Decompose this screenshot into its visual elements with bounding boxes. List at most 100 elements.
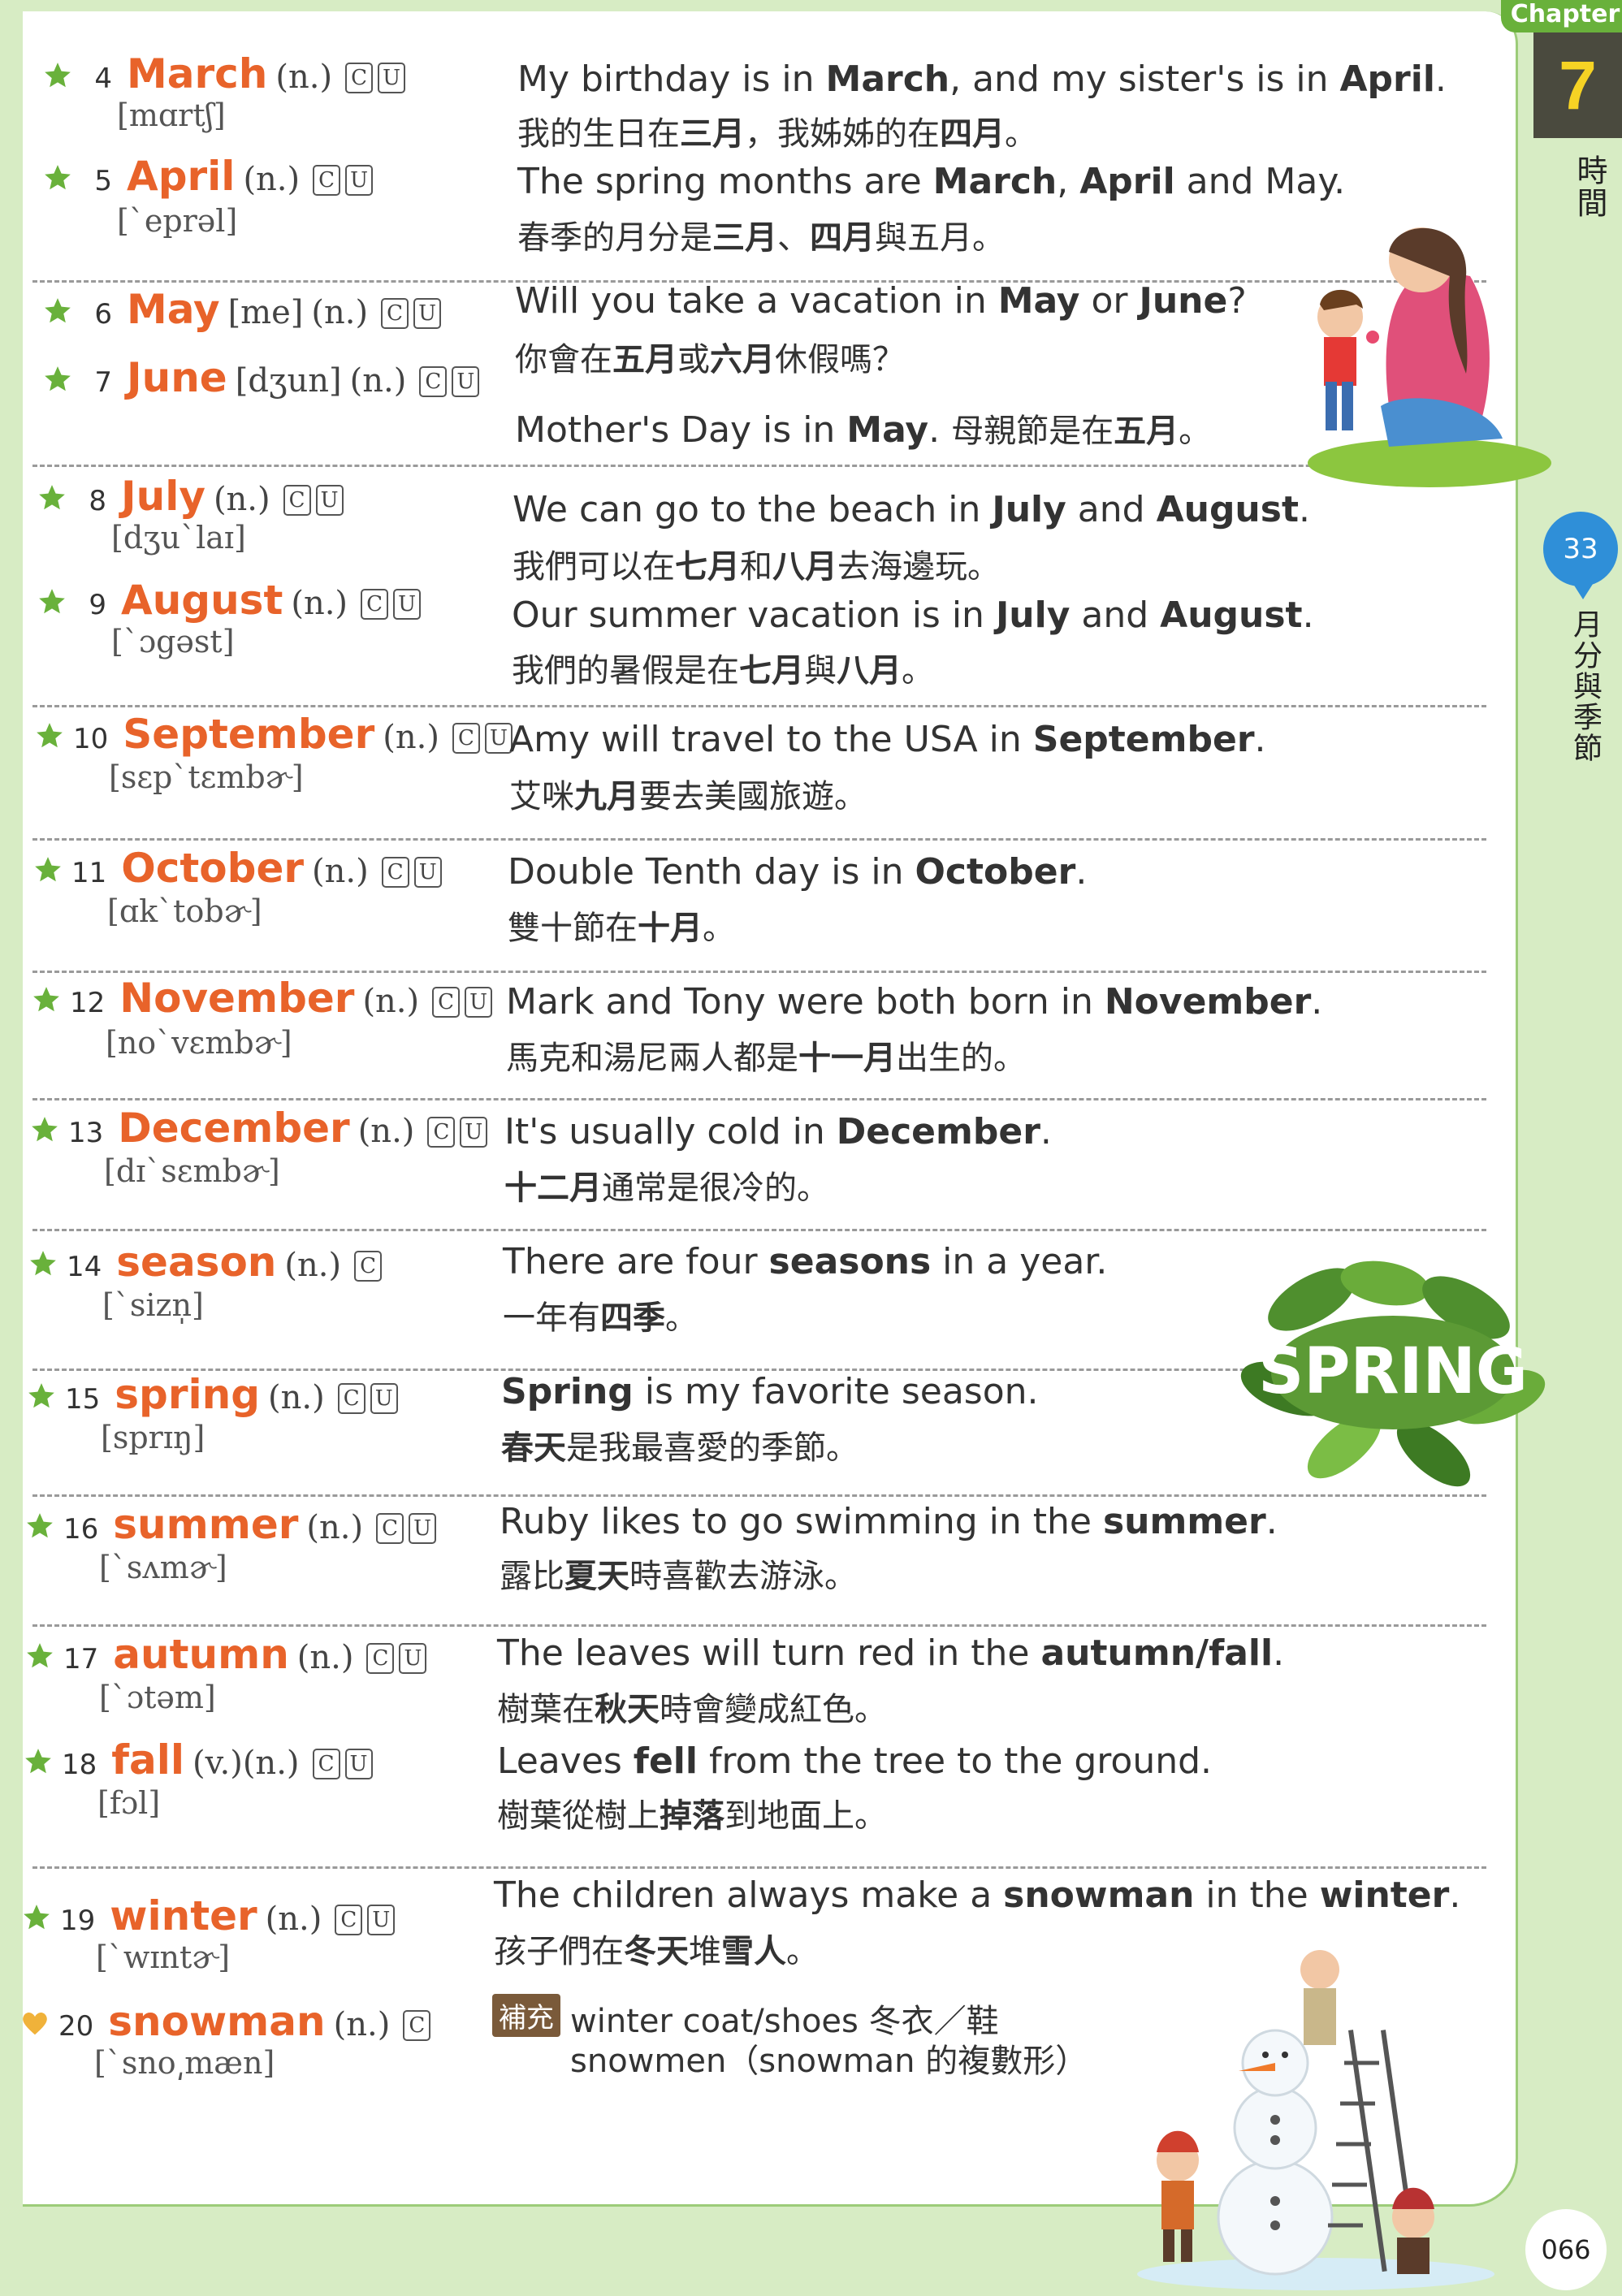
countable-badge: C bbox=[312, 1749, 340, 1779]
uncountable-badge: U bbox=[393, 589, 422, 620]
entry-number: 11 bbox=[71, 857, 107, 889]
star-icon bbox=[45, 63, 71, 88]
pronunciation: [ˋɔgəst] bbox=[111, 624, 235, 659]
part-of-speech: (n.) bbox=[357, 1113, 415, 1150]
entry-number: 15 bbox=[65, 1383, 101, 1416]
headword: April bbox=[127, 153, 236, 200]
countable-badge: C bbox=[345, 63, 374, 93]
entry-divider bbox=[32, 705, 1486, 707]
part-of-speech: (n.) bbox=[383, 719, 439, 756]
entry-march: 4 March (n.) C U bbox=[42, 50, 406, 97]
uncountable-badge: U bbox=[315, 485, 344, 516]
countability-badges: CU bbox=[366, 1643, 427, 1677]
headword: November bbox=[119, 975, 355, 1022]
entry-snowman: 20 snowman (n.) C bbox=[19, 1998, 431, 2045]
countable-badge: C bbox=[361, 589, 389, 620]
chapter-tab[interactable]: Chapter bbox=[1501, 0, 1622, 32]
countable-badge: C bbox=[354, 1251, 383, 1282]
pronunciation: [dɪˋsɛmbɚ] bbox=[104, 1153, 280, 1189]
pronunciation: [ɑkˋtobɚ] bbox=[107, 893, 262, 929]
example-sentence: Our summer vacation is in July and Augus… bbox=[512, 595, 1314, 636]
uncountable-badge: U bbox=[413, 298, 442, 329]
entry-september: 10 September (n.) C U bbox=[34, 711, 513, 758]
entry-summer: 16 summer (n.) C U bbox=[24, 1501, 437, 1548]
pronunciation: [ˋsno͵mæn] bbox=[94, 2045, 275, 2081]
entry-may: 6 May [me] (n.) C U bbox=[42, 286, 442, 333]
unit-badge-pointer bbox=[1572, 582, 1594, 599]
example-translation: 露比夏天時喜歡去游泳。 bbox=[500, 1558, 857, 1595]
supplement-tag: 補充 bbox=[492, 1994, 560, 2037]
entry-number: 19 bbox=[60, 1905, 96, 1937]
example-sentence: Double Tenth day is in October. bbox=[508, 851, 1088, 893]
example-translation: 我們的暑假是在七月與八月。 bbox=[512, 652, 934, 690]
entry-divider bbox=[32, 465, 1486, 467]
headword: October bbox=[121, 845, 305, 892]
example-translation: 你會在五月或六月休假嗎？ bbox=[515, 341, 905, 378]
countability-badges: CU bbox=[283, 485, 344, 519]
part-of-speech: (n.) bbox=[284, 1247, 342, 1284]
part-of-speech: (n.) bbox=[265, 1900, 322, 1938]
snowman-illustration bbox=[1137, 1950, 1494, 2290]
countable-badge: C bbox=[432, 987, 461, 1018]
star-icon bbox=[35, 857, 61, 882]
part-of-speech: (n.) bbox=[275, 58, 333, 96]
countability-badges: CU bbox=[312, 1749, 373, 1783]
entry-number: 16 bbox=[63, 1513, 99, 1546]
star-icon bbox=[39, 485, 65, 510]
star-icon bbox=[24, 1905, 50, 1930]
chapter-title: 時間 bbox=[1572, 154, 1607, 219]
part-of-speech: (n.) bbox=[312, 853, 369, 890]
headword: season bbox=[116, 1239, 277, 1286]
uncountable-badge: U bbox=[344, 1749, 373, 1779]
countable-badge: C bbox=[427, 1117, 456, 1148]
countable-badge: C bbox=[452, 723, 480, 754]
example-translation: 十二月通常是很冷的。 bbox=[504, 1170, 829, 1207]
uncountable-badge: U bbox=[460, 1117, 488, 1148]
headword: snowman bbox=[108, 1998, 326, 2045]
entry-divider bbox=[32, 1624, 1486, 1627]
entry-number: 9 bbox=[89, 589, 106, 621]
countability-badges: CU bbox=[361, 589, 422, 623]
supplement-line: snowmen（snowman 的複數形） bbox=[570, 2043, 1088, 2080]
entry-autumn: 17 autumn (n.) C U bbox=[24, 1631, 427, 1678]
star-icon bbox=[33, 987, 59, 1012]
entry-number: 14 bbox=[67, 1251, 102, 1283]
star-icon bbox=[32, 1117, 58, 1142]
example-translation: 春季的月分是三月、四月與五月。 bbox=[517, 219, 1005, 257]
countability-badges: C bbox=[354, 1251, 383, 1285]
example-translation: 樹葉從樹上掉落到地面上。 bbox=[497, 1797, 887, 1835]
pronunciation: [sprɪŋ] bbox=[101, 1420, 205, 1455]
mother-child-illustration bbox=[1308, 227, 1551, 487]
part-of-speech: (n.) bbox=[291, 585, 348, 622]
headword: December bbox=[118, 1105, 350, 1152]
pronunciation: [ˋeprəl] bbox=[117, 203, 238, 239]
uncountable-badge: U bbox=[452, 366, 480, 397]
example-sentence: We can go to the beach in July and Augus… bbox=[513, 489, 1310, 530]
headword: May bbox=[127, 286, 220, 333]
entry-divider bbox=[32, 971, 1486, 973]
part-of-speech: (n.) bbox=[349, 362, 407, 400]
part-of-speech: (n.) bbox=[243, 161, 301, 198]
entry-june: 7 June [dʒun] (n.) C U bbox=[42, 354, 480, 401]
example-translation: 母親節是在五月。 bbox=[951, 413, 1212, 450]
entry-divider bbox=[32, 1098, 1486, 1100]
entry-winter: 19 winter (n.) C U bbox=[21, 1892, 396, 1939]
part-of-speech: (n.) bbox=[362, 983, 420, 1020]
pronunciation: [ˋsʌmɚ] bbox=[99, 1550, 227, 1585]
pronunciation: [sɛpˋtɛmbɚ] bbox=[109, 759, 304, 795]
countable-badge: C bbox=[381, 298, 409, 329]
countability-badges: CU bbox=[381, 857, 442, 891]
pronunciation: [mɑrtʃ] bbox=[117, 97, 226, 133]
entry-spring: 15 spring (n.) C U bbox=[26, 1371, 398, 1418]
unit-badge[interactable]: 33 bbox=[1543, 512, 1618, 586]
example-translation: 孩子們在冬天堆雪人。 bbox=[494, 1933, 819, 1970]
uncountable-badge: U bbox=[484, 723, 513, 754]
star-icon bbox=[27, 1643, 53, 1668]
pronunciation: [me] bbox=[227, 294, 304, 331]
countable-badge: C bbox=[335, 1905, 363, 1935]
example-translation: 一年有四季。 bbox=[503, 1299, 698, 1337]
pronunciation: [dʒuˋlaɪ] bbox=[111, 520, 246, 556]
example-translation: 我們可以在七月和八月去海邊玩。 bbox=[513, 548, 1000, 586]
example-sentence: The children always make a snowman in th… bbox=[494, 1874, 1461, 1916]
star-icon bbox=[45, 366, 71, 391]
